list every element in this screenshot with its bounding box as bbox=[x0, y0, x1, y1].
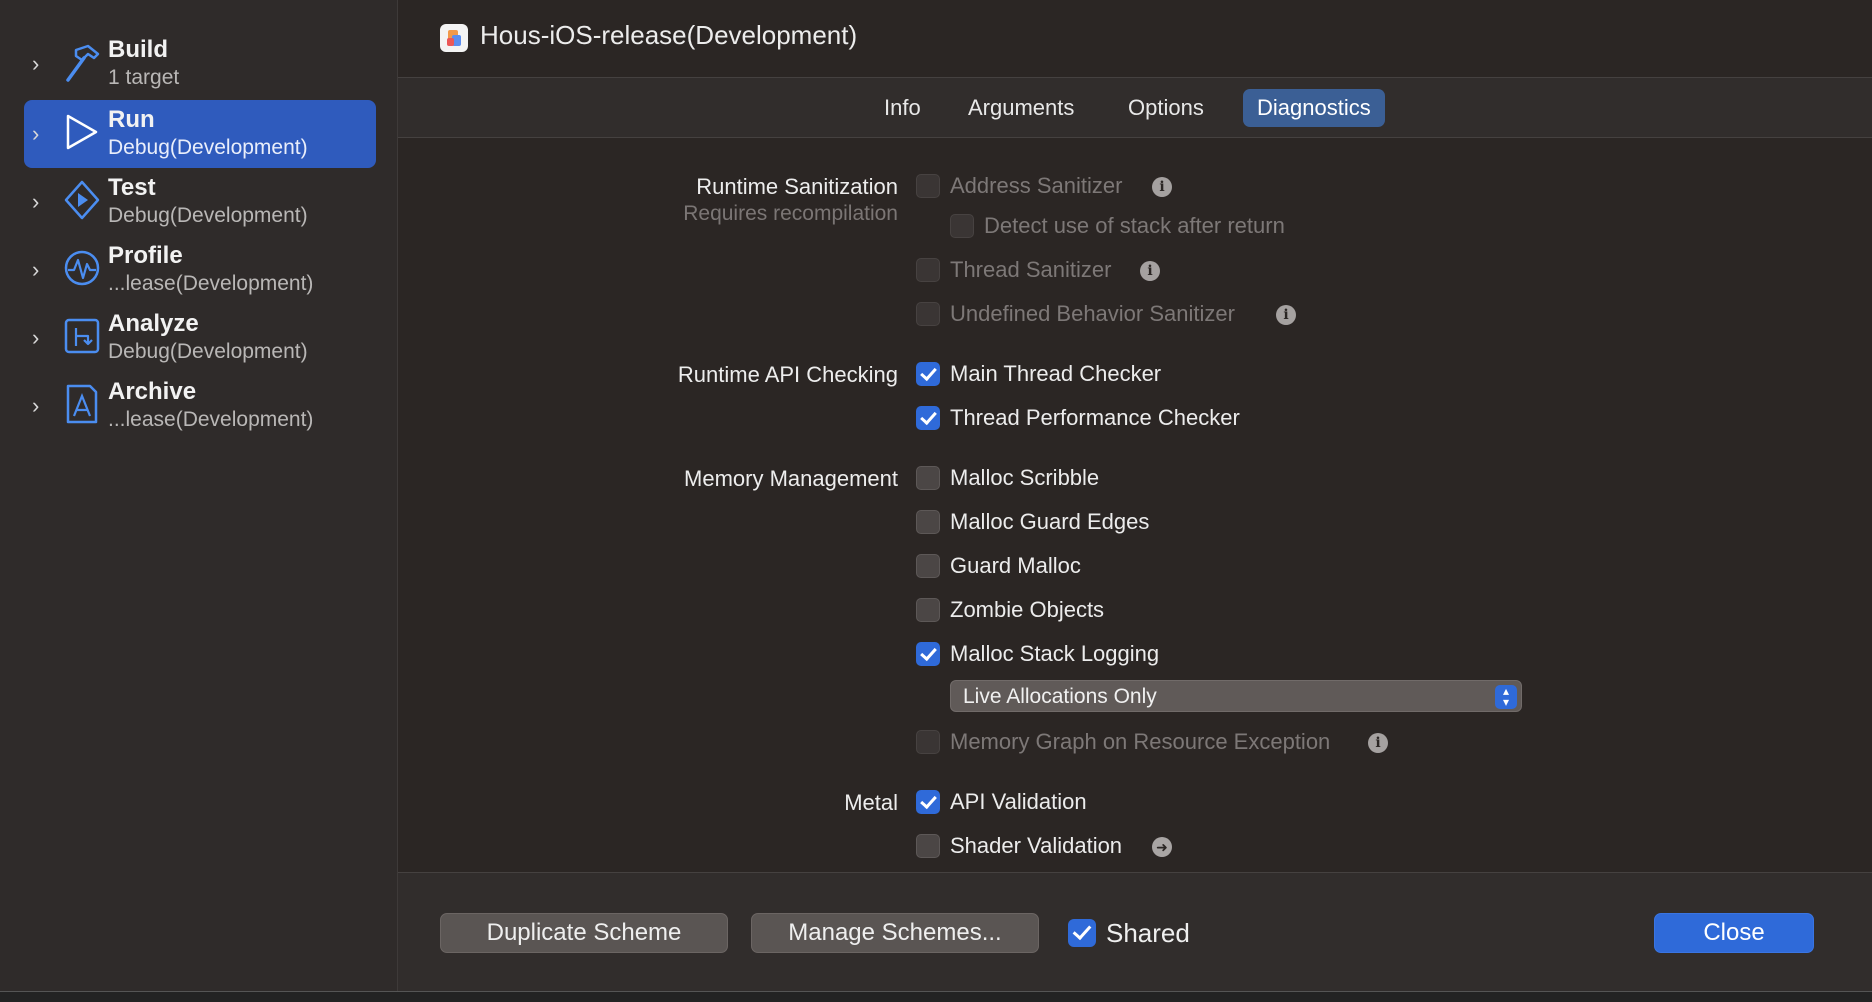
shared-checkbox[interactable] bbox=[1068, 919, 1096, 947]
scheme-title: Hous-iOS-release(Development) bbox=[480, 20, 858, 50]
sidebar-item-subtitle: ...lease(Development) bbox=[108, 272, 314, 295]
scheme-editor-window: › Build 1 target › Run Debug(Development… bbox=[0, 0, 1872, 992]
chevron-right-icon[interactable]: › bbox=[32, 394, 52, 418]
thread-sanitizer-label: Thread Sanitizer bbox=[950, 257, 1112, 282]
chevron-right-icon[interactable]: › bbox=[32, 326, 52, 350]
stack-logging-mode-value: Live Allocations Only bbox=[963, 685, 1157, 708]
metal-label: Metal bbox=[844, 790, 898, 815]
tab-bar: Info Arguments Options Diagnostics bbox=[398, 78, 1872, 138]
chevron-right-icon[interactable]: › bbox=[32, 190, 52, 214]
tab-info[interactable]: Info bbox=[870, 89, 935, 127]
shader-validation-label: Shader Validation bbox=[950, 833, 1123, 858]
malloc-stack-logging-checkbox[interactable] bbox=[916, 642, 940, 666]
sidebar-item-title: Archive bbox=[108, 378, 197, 405]
thread-performance-checker-checkbox[interactable] bbox=[916, 406, 940, 430]
detect-stack-label: Detect use of stack after return bbox=[984, 213, 1285, 238]
diamond-play-icon bbox=[64, 180, 100, 220]
shared-label: Shared bbox=[1106, 918, 1190, 948]
sidebar-item-build[interactable]: › Build 1 target bbox=[24, 30, 376, 98]
sidebar-item-run[interactable]: › Run Debug(Development) bbox=[24, 100, 376, 168]
ub-sanitizer-label: Undefined Behavior Sanitizer bbox=[950, 301, 1235, 326]
sidebar-item-subtitle: Debug(Development) bbox=[108, 340, 308, 363]
sidebar-item-title: Profile bbox=[108, 242, 183, 269]
runtime-api-checking-label: Runtime API Checking bbox=[677, 362, 898, 387]
sidebar-item-title: Build bbox=[108, 36, 168, 63]
malloc-stack-logging-label: Malloc Stack Logging bbox=[950, 641, 1160, 666]
thread-performance-checker-label: Thread Performance Checker bbox=[950, 405, 1240, 430]
api-validation-checkbox[interactable] bbox=[916, 790, 940, 814]
main-thread-checker-label: Main Thread Checker bbox=[950, 361, 1162, 386]
zombie-objects-checkbox[interactable] bbox=[916, 598, 940, 622]
scheme-footer: Duplicate Scheme Manage Schemes... Share… bbox=[398, 872, 1872, 991]
malloc-scribble-label: Malloc Scribble bbox=[950, 465, 1100, 490]
info-icon[interactable]: i bbox=[1276, 305, 1296, 325]
tab-diagnostics[interactable]: Diagnostics bbox=[1243, 89, 1385, 127]
close-button[interactable]: Close bbox=[1654, 913, 1814, 953]
app-icon bbox=[440, 24, 468, 52]
sidebar-item-title: Test bbox=[108, 174, 156, 201]
requires-recompilation-note: Requires recompilation bbox=[683, 202, 898, 225]
malloc-guard-edges-label: Malloc Guard Edges bbox=[950, 509, 1150, 534]
guard-malloc-checkbox[interactable] bbox=[916, 554, 940, 578]
memory-management-label: Memory Management bbox=[684, 466, 898, 491]
sidebar-item-subtitle: Debug(Development) bbox=[108, 136, 308, 159]
api-validation-label: API Validation bbox=[950, 789, 1087, 814]
up-down-chevron-icon: ▴ ▾ bbox=[1495, 685, 1517, 709]
address-sanitizer-label: Address Sanitizer bbox=[950, 173, 1123, 198]
background-window-edge bbox=[0, 992, 1872, 1002]
sidebar-item-subtitle: 1 target bbox=[108, 66, 180, 89]
diagnostics-panel: Runtime Sanitization Requires recompilat… bbox=[398, 138, 1872, 872]
hammer-icon bbox=[66, 44, 100, 82]
sidebar-item-test[interactable]: › Test Debug(Development) bbox=[24, 168, 376, 236]
address-sanitizer-checkbox[interactable] bbox=[916, 174, 940, 198]
sidebar-item-archive[interactable]: › Archive ...lease(Development) bbox=[24, 372, 376, 440]
scheme-action-sidebar: › Build 1 target › Run Debug(Development… bbox=[0, 0, 398, 991]
detect-stack-checkbox[interactable] bbox=[950, 214, 974, 238]
app-store-icon bbox=[66, 384, 98, 424]
runtime-sanitization-label: Runtime Sanitization bbox=[696, 174, 898, 199]
info-icon[interactable]: i bbox=[1140, 261, 1160, 281]
tab-options[interactable]: Options bbox=[1114, 89, 1218, 127]
guard-malloc-label: Guard Malloc bbox=[950, 553, 1081, 578]
branch-arrow-icon bbox=[64, 318, 100, 354]
manage-schemes-button[interactable]: Manage Schemes... bbox=[751, 913, 1039, 953]
ub-sanitizer-checkbox[interactable] bbox=[916, 302, 940, 326]
malloc-scribble-checkbox[interactable] bbox=[916, 466, 940, 490]
waveform-icon bbox=[64, 250, 100, 286]
sidebar-item-subtitle: ...lease(Development) bbox=[108, 408, 314, 431]
play-icon bbox=[66, 114, 98, 150]
info-icon[interactable]: i bbox=[1152, 177, 1172, 197]
chevron-right-icon[interactable]: › bbox=[32, 52, 52, 76]
zombie-objects-label: Zombie Objects bbox=[950, 597, 1105, 622]
main-thread-checker-checkbox[interactable] bbox=[916, 362, 940, 386]
sidebar-item-subtitle: Debug(Development) bbox=[108, 204, 308, 227]
thread-sanitizer-checkbox[interactable] bbox=[916, 258, 940, 282]
sidebar-item-profile[interactable]: › Profile ...lease(Development) bbox=[24, 236, 376, 304]
info-icon[interactable]: i bbox=[1368, 733, 1388, 753]
sidebar-item-title: Analyze bbox=[108, 310, 199, 337]
malloc-guard-edges-checkbox[interactable] bbox=[916, 510, 940, 534]
sidebar-item-title: Run bbox=[108, 106, 155, 133]
memory-graph-checkbox[interactable] bbox=[916, 730, 940, 754]
scheme-header: Hous-iOS-release(Development) bbox=[398, 0, 1872, 78]
sidebar-item-analyze[interactable]: › Analyze Debug(Development) bbox=[24, 304, 376, 372]
arrow-right-circle-icon[interactable]: ➜ bbox=[1152, 837, 1172, 857]
chevron-right-icon[interactable]: › bbox=[32, 258, 52, 282]
tab-arguments[interactable]: Arguments bbox=[954, 89, 1088, 127]
shader-validation-checkbox[interactable] bbox=[916, 834, 940, 858]
duplicate-scheme-button[interactable]: Duplicate Scheme bbox=[440, 913, 728, 953]
chevron-right-icon[interactable]: › bbox=[32, 122, 52, 146]
memory-graph-label: Memory Graph on Resource Exception bbox=[950, 729, 1331, 754]
stack-logging-mode-select[interactable]: Live Allocations Only ▴ ▾ bbox=[950, 680, 1522, 712]
